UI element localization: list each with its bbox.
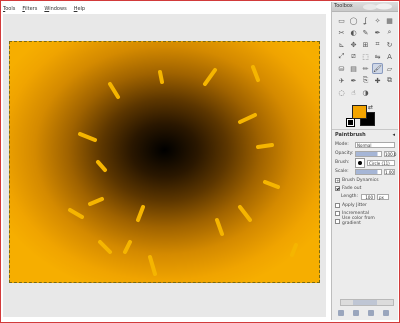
color-picker-icon[interactable]: ✒	[372, 27, 383, 38]
blur-icon[interactable]: ◌	[336, 87, 347, 98]
options-scrollbar[interactable]	[340, 299, 394, 306]
clone-icon[interactable]: ⎘	[360, 75, 371, 86]
crop-icon[interactable]: ⌗	[372, 39, 383, 50]
brush-preview[interactable]	[355, 157, 365, 168]
lasso-icon[interactable]: ʆ	[360, 15, 371, 26]
pencil-icon[interactable]: ✏	[360, 63, 371, 74]
paths-icon[interactable]: ✎	[360, 27, 371, 38]
tool-options: Paintbrush ◂ Mode: Normal Opacity: 100.0 Br…	[332, 129, 398, 227]
fuzzy-select-icon[interactable]: ✧	[372, 15, 383, 26]
brush-dynamics-label: Brush Dynamics	[342, 177, 379, 183]
length-label: Length:	[341, 194, 359, 199]
bucket-fill-icon[interactable]: ⛁	[336, 63, 347, 74]
use-gradient-label: Use color from gradient	[341, 216, 375, 226]
brush-strokes	[68, 65, 298, 276]
opacity-label: Opacity:	[335, 151, 354, 156]
use-gradient-checkbox[interactable]	[335, 218, 340, 224]
blend-icon[interactable]: ▤	[348, 63, 359, 74]
zoom-icon[interactable]: ⌕	[384, 27, 395, 38]
incremental-label: Incremental	[342, 210, 369, 216]
move-icon[interactable]: ✥	[348, 39, 359, 50]
rect-select-icon[interactable]: ▭	[336, 15, 347, 26]
image-canvas[interactable]	[9, 41, 320, 283]
toolbox-title-label: Toolbox	[334, 3, 353, 9]
rotate-icon[interactable]: ↻	[384, 39, 395, 50]
scale-value[interactable]: 1.00	[384, 168, 395, 175]
delete-options-icon[interactable]	[368, 310, 374, 316]
flip-icon[interactable]: ⇋	[372, 51, 383, 62]
menu-filters[interactable]: Filters	[22, 6, 37, 12]
brush-dynamics-toggle[interactable]: +	[335, 177, 340, 184]
apply-jitter-checkbox[interactable]	[335, 202, 340, 208]
eraser-icon[interactable]: ▱	[384, 63, 395, 74]
fade-out-checkbox[interactable]	[335, 185, 340, 191]
smudge-icon[interactable]: ☝	[348, 87, 359, 98]
tool-grid: ▭ ◯ ʆ ✧ ▦ ✂ ◐ ✎ ✒ ⌕ ⊾ ✥ ⊞ ⌗ ↻ ⤢ ⧄ ⬚ ⇋ A ⛁ ▤ ✏ 🖌 ▱ ✈ ✒ ⎘ ✚ ⧉ ◌ ☝ ◑	[332, 12, 398, 101]
toolbox-title: Toolbox	[332, 2, 398, 12]
dodge-burn-icon[interactable]: ◑	[360, 87, 371, 98]
swap-colors-icon[interactable]: ⇄	[368, 104, 373, 111]
menu-windows[interactable]: Windows	[44, 6, 66, 12]
scale-label: Scale:	[335, 169, 349, 174]
scale-icon[interactable]: ⤢	[336, 51, 347, 62]
mode-select[interactable]: Normal	[355, 141, 395, 148]
save-options-icon[interactable]	[338, 310, 344, 316]
incremental-checkbox[interactable]	[335, 210, 340, 216]
restore-options-icon[interactable]	[353, 310, 359, 316]
opacity-value[interactable]: 100.0	[384, 150, 396, 157]
scissors-icon[interactable]: ✂	[336, 27, 347, 38]
perspective-clone-icon[interactable]: ⧉	[384, 75, 395, 86]
scale-slider[interactable]	[355, 168, 382, 175]
length-value[interactable]: 100	[361, 193, 375, 200]
brush-name: Circle (11)	[367, 159, 395, 166]
menu-tools[interactable]: Tools	[3, 6, 15, 12]
wilber-logo-icon	[363, 3, 392, 10]
text-icon[interactable]: A	[384, 51, 395, 62]
mode-label: Mode:	[335, 142, 349, 147]
reset-colors-icon[interactable]	[346, 118, 355, 127]
align-icon[interactable]: ⊞	[360, 39, 371, 50]
length-unit[interactable]: px	[377, 193, 389, 200]
opacity-slider[interactable]	[355, 150, 382, 157]
fade-out-label: Fade out	[342, 185, 362, 191]
scrollbar-thumb[interactable]	[353, 300, 377, 305]
menubar: Tools Filters Windows Help	[3, 4, 85, 13]
shear-icon[interactable]: ⧄	[348, 51, 359, 62]
airbrush-icon[interactable]: ✈	[336, 75, 347, 86]
measure-icon[interactable]: ⊾	[336, 39, 347, 50]
options-menu-icon[interactable]: ◂	[392, 132, 395, 138]
color-swatches: ⇄	[336, 103, 394, 127]
ink-icon[interactable]: ✒	[348, 75, 359, 86]
tool-options-title: Paintbrush	[335, 132, 366, 138]
heal-icon[interactable]: ✚	[372, 75, 383, 86]
foreground-select-icon[interactable]: ◐	[348, 27, 359, 38]
ellipse-select-icon[interactable]: ◯	[348, 15, 359, 26]
foreground-color[interactable]	[352, 105, 367, 119]
paintbrush-icon[interactable]: 🖌	[372, 63, 383, 74]
brush-label: Brush:	[335, 160, 350, 165]
toolbox-panel: Toolbox ▭ ◯ ʆ ✧ ▦ ✂ ◐ ✎ ✒ ⌕ ⊾ ✥ ⊞ ⌗ ↻ ⤢ ⧄ ⬚ ⇋ A ⛁ ▤ ✏ 🖌 ▱ ✈ ✒ ⎘ ✚ ⧉ ◌ ☝…	[331, 2, 398, 320]
color-select-icon[interactable]: ▦	[384, 15, 395, 26]
options-footer	[338, 310, 389, 316]
reset-options-icon[interactable]	[383, 310, 389, 316]
apply-jitter-label: Apply Jitter	[342, 202, 367, 208]
perspective-icon[interactable]: ⬚	[360, 51, 371, 62]
menu-help[interactable]: Help	[74, 6, 85, 12]
